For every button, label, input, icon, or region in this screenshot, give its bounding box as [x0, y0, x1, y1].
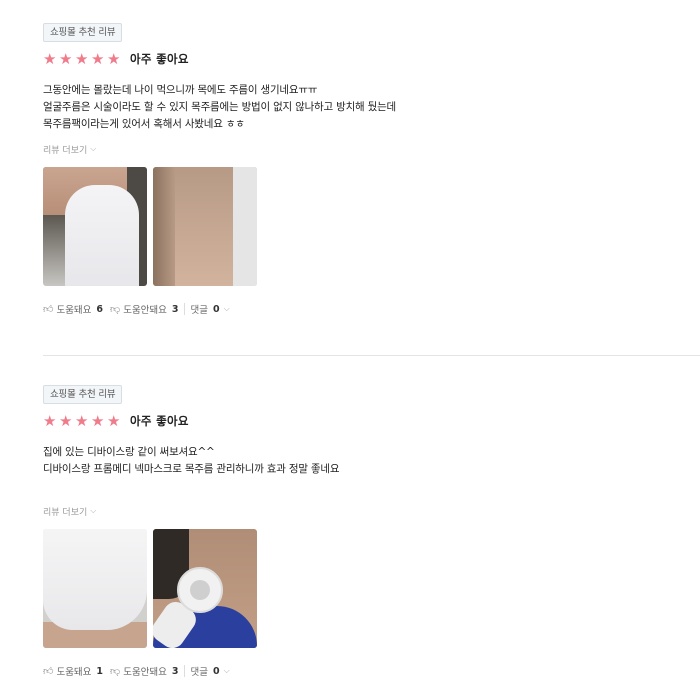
review-actions: 👍︎ 도움돼요 1 👎︎ 도움안돼요 3 댓글 0 ⌵	[43, 664, 683, 678]
rating-text: 아주 좋아요	[130, 52, 189, 66]
rating-text: 아주 좋아요	[130, 414, 189, 428]
recommended-review-badge: 쇼핑몰 추천 리뷰	[43, 385, 123, 404]
star-icon: ★	[75, 411, 89, 430]
review-photos	[43, 529, 683, 648]
comments-count: 0	[213, 665, 220, 677]
review-line: 얼굴주름은 시술이라도 할 수 있지 목주름에는 방법이 없지 않나하고 방치해…	[43, 101, 397, 113]
thumbs-up-icon: 👍︎	[43, 666, 54, 677]
helpful-button[interactable]: 👍︎ 도움돼요 1	[43, 664, 104, 679]
unhelpful-label: 도움안돼요	[123, 305, 167, 316]
helpful-label: 도움돼요	[56, 667, 92, 678]
star-rating: ★ ★ ★ ★ ★	[43, 49, 122, 68]
unhelpful-button[interactable]: 👎︎ 도움안돼요 3	[110, 302, 179, 317]
thumbs-up-icon: 👍︎	[43, 304, 54, 315]
helpful-count: 6	[96, 303, 104, 315]
thumbs-down-icon: 👎︎	[110, 304, 121, 315]
review-line: 디바이스랑 프롬메디 넥마스크로 목주름 관리하니까 효과 정말 좋네요	[43, 463, 340, 475]
review-line: 목주름팩이라는게 있어서 혹해서 사봤네요 ㅎㅎ	[43, 118, 245, 130]
rating: ★ ★ ★ ★ ★ 아주 좋아요	[43, 412, 683, 430]
helpful-label: 도움돼요	[56, 305, 92, 316]
star-icon: ★	[59, 49, 73, 68]
review-photos	[43, 167, 683, 286]
star-icon: ★	[75, 49, 89, 68]
bare-neck-photo[interactable]	[153, 167, 257, 286]
review-actions: 👍︎ 도움돼요 6 👎︎ 도움안돼요 3 댓글 0 ⌵	[43, 302, 683, 316]
chevron-down-icon: ⌵	[223, 304, 230, 313]
star-icon: ★	[43, 49, 57, 68]
unhelpful-button[interactable]: 👎︎ 도움안돼요 3	[110, 664, 179, 679]
review-card: 쇼핑몰 추천 리뷰 ★ ★ ★ ★ ★ 아주 좋아요 그동안에는 몰랐는데 나이…	[43, 20, 683, 316]
review-line: 그동안에는 몰랐는데 나이 먹으니까 목에도 주름이 생기네요ㅠㅠ	[43, 84, 318, 96]
helpful-count: 1	[96, 665, 104, 677]
more-review-link[interactable]: 리뷰 더보기 ⌵	[43, 505, 683, 518]
comments-count: 0	[213, 303, 220, 315]
chevron-down-icon: ⌵	[223, 666, 230, 675]
comments-button[interactable]: 댓글 0 ⌵	[190, 302, 230, 317]
recommended-review-badge: 쇼핑몰 추천 리뷰	[43, 23, 123, 42]
review-line: 집에 있는 디바이스랑 같이 써보셔요^^	[43, 446, 215, 458]
review-text: 집에 있는 디바이스랑 같이 써보셔요^^ 디바이스랑 프롬메디 넥마스크로 목…	[43, 444, 683, 478]
chevron-down-icon: ⌵	[90, 144, 97, 153]
review-text: 그동안에는 몰랐는데 나이 먹으니까 목에도 주름이 생기네요ㅠㅠ 얼굴주름은 …	[43, 82, 683, 133]
star-icon: ★	[107, 49, 121, 68]
unhelpful-label: 도움안돼요	[123, 667, 167, 678]
comments-label: 댓글	[190, 305, 209, 316]
separator	[183, 665, 185, 677]
rating: ★ ★ ★ ★ ★ 아주 좋아요	[43, 50, 683, 68]
comments-button[interactable]: 댓글 0 ⌵	[190, 664, 230, 679]
unhelpful-count: 3	[171, 665, 179, 677]
star-icon: ★	[91, 411, 105, 430]
chevron-down-icon: ⌵	[90, 506, 97, 515]
thumbs-down-icon: 👎︎	[110, 666, 121, 677]
star-icon: ★	[43, 411, 57, 430]
unhelpful-count: 3	[171, 303, 179, 315]
star-rating: ★ ★ ★ ★ ★	[43, 411, 122, 430]
star-icon: ★	[91, 49, 105, 68]
star-icon: ★	[59, 411, 73, 430]
more-review-label: 리뷰 더보기	[43, 145, 88, 156]
star-icon: ★	[107, 411, 121, 430]
neck-device-photo[interactable]	[153, 529, 257, 648]
comments-label: 댓글	[190, 667, 209, 678]
separator	[183, 303, 185, 315]
helpful-button[interactable]: 👍︎ 도움돼요 6	[43, 302, 104, 317]
review-card: 쇼핑몰 추천 리뷰 ★ ★ ★ ★ ★ 아주 좋아요 집에 있는 디바이스랑 같…	[43, 382, 683, 678]
more-review-link[interactable]: 리뷰 더보기 ⌵	[43, 143, 683, 156]
review-divider	[43, 355, 700, 356]
more-review-label: 리뷰 더보기	[43, 507, 88, 518]
neck-mask-closeup-photo[interactable]	[43, 529, 147, 648]
neck-mask-photo[interactable]	[43, 167, 147, 286]
